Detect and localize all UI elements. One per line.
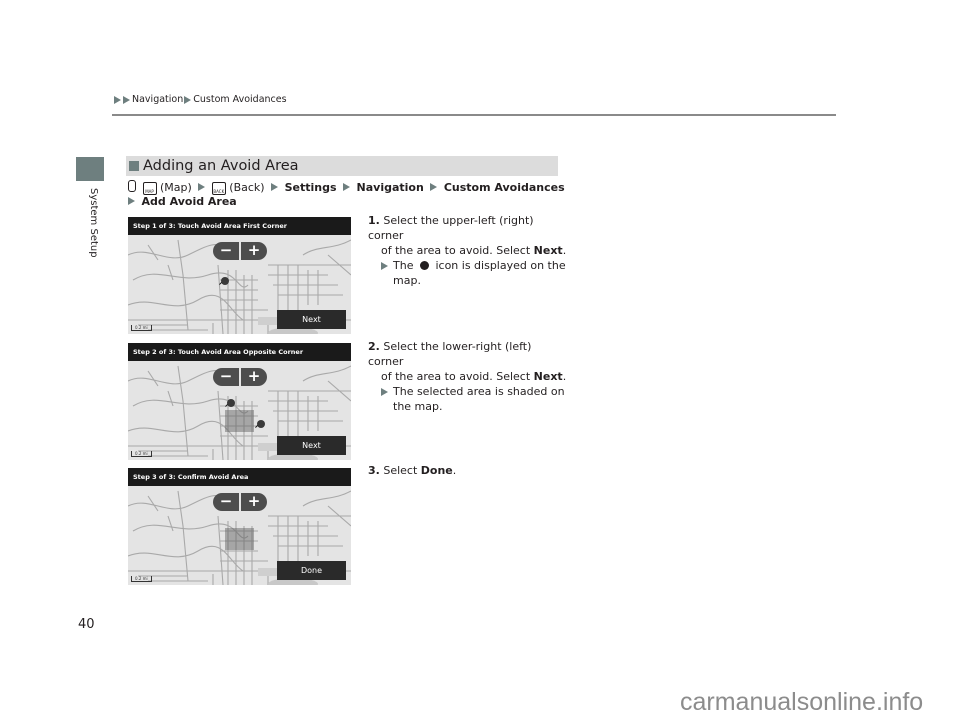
screen-title: Step 2 of 3: Touch Avoid Area Opposite C…	[128, 343, 351, 361]
menu-path: MAP (Map) BACK (Back) Settings Navigatio…	[128, 180, 568, 209]
screen-step-3: Step 3 of 3: Confirm Avoid Area − + 0.2 …	[128, 468, 351, 585]
path-arrow-icon	[198, 183, 206, 191]
instruction-step-2: 2. Select the lower-right (left) corner …	[368, 339, 568, 414]
zoom-controls: − +	[213, 242, 267, 260]
breadcrumb-item-custom-avoidances[interactable]: Custom Avoidances	[193, 94, 286, 105]
step-text: Select	[383, 464, 421, 477]
screen-step-1: Step 1 of 3: Touch Avoid Area First Corn…	[128, 217, 351, 334]
step-text: .	[562, 244, 567, 257]
map-button-icon: MAP	[142, 182, 157, 195]
screen-title: Step 1 of 3: Touch Avoid Area First Corn…	[128, 217, 351, 235]
voice-command-icon	[128, 180, 136, 192]
done-button[interactable]: Done	[277, 561, 346, 580]
map-scale: 0.2 mi	[131, 325, 152, 331]
zoom-controls: − +	[213, 368, 267, 386]
instruction-step-3: 3. Select Done.	[368, 463, 568, 478]
avoid-area-shade	[225, 410, 254, 432]
next-button[interactable]: Next	[277, 436, 346, 455]
map-pin-icon	[227, 399, 235, 407]
path-arrow-icon	[128, 197, 135, 205]
instruction-step-1: 1. Select the upper-left (right) corner …	[368, 213, 568, 288]
path-add-avoid-area: Add Avoid Area	[141, 195, 237, 208]
next-button[interactable]: Next	[277, 310, 346, 329]
zoom-out-button[interactable]: −	[213, 368, 239, 386]
sub-arrow-icon	[381, 262, 388, 270]
sub-text: the map.	[393, 400, 443, 413]
zoom-in-button[interactable]: +	[241, 493, 267, 511]
screen-title: Step 3 of 3: Confirm Avoid Area	[128, 468, 351, 486]
park-area	[258, 443, 278, 451]
map-pin-icon	[221, 277, 229, 285]
step-emphasis: Next	[533, 370, 563, 383]
sub-text: The selected area is shaded on	[393, 385, 565, 398]
path-navigation: Navigation	[356, 181, 424, 194]
section-square-icon	[129, 161, 139, 171]
path-settings: Settings	[284, 181, 337, 194]
zoom-out-button[interactable]: −	[213, 242, 239, 260]
step-text: .	[452, 464, 457, 477]
watermark: carmanualsonline.info	[680, 688, 924, 716]
path-arrow-icon	[271, 183, 279, 191]
step-number: 3.	[368, 464, 380, 477]
header-divider	[112, 114, 836, 116]
map-icon-text: MAP	[145, 189, 154, 194]
zoom-in-button[interactable]: +	[241, 242, 267, 260]
step-emphasis: Done	[420, 464, 453, 477]
sub-text: The	[393, 259, 417, 272]
step-text: .	[562, 370, 567, 383]
zoom-in-button[interactable]: +	[241, 368, 267, 386]
step-emphasis: Next	[533, 244, 563, 257]
map-scale: 0.2 mi	[131, 576, 152, 582]
breadcrumb: Navigation Custom Avoidances	[114, 94, 287, 105]
screen-step-2: Step 2 of 3: Touch Avoid Area Opposite C…	[128, 343, 351, 460]
path-custom-avoidances: Custom Avoidances	[443, 181, 565, 194]
back-icon-text: BACK	[213, 189, 225, 194]
step-text: Select the lower-right (left) corner	[368, 340, 532, 368]
page-number: 40	[78, 617, 95, 632]
sub-text: icon is displayed on the	[431, 259, 566, 272]
step-number: 1.	[368, 214, 380, 227]
breadcrumb-arrow-icon	[123, 95, 130, 104]
zoom-out-button[interactable]: −	[213, 493, 239, 511]
breadcrumb-item-navigation[interactable]: Navigation	[132, 94, 183, 105]
section-title: Adding an Avoid Area	[143, 158, 299, 174]
step-number: 2.	[368, 340, 380, 353]
chapter-tab-label: System Setup	[88, 188, 99, 258]
path-arrow-icon	[430, 183, 438, 191]
park-area	[258, 568, 278, 576]
step-text: of the area to avoid. Select	[381, 244, 534, 257]
step-text: of the area to avoid. Select	[381, 370, 534, 383]
section-header: Adding an Avoid Area	[126, 156, 558, 176]
avoid-area-shade	[225, 528, 254, 550]
park-area	[258, 317, 278, 325]
breadcrumb-arrow-icon	[114, 95, 121, 104]
sub-arrow-icon	[381, 388, 388, 396]
back-label: (Back)	[229, 181, 265, 194]
back-button-icon: BACK	[211, 182, 226, 195]
step-text: Select the upper-left (right) corner	[368, 214, 534, 242]
map-pin-icon	[257, 420, 265, 428]
zoom-controls: − +	[213, 493, 267, 511]
chapter-tab-marker	[76, 157, 104, 181]
breadcrumb-arrow-icon	[184, 95, 192, 104]
map-pin-icon	[419, 261, 429, 270]
map-scale: 0.2 mi	[131, 451, 152, 457]
path-arrow-icon	[343, 183, 351, 191]
map-label: (Map)	[160, 181, 192, 194]
sub-text: map.	[393, 274, 421, 287]
